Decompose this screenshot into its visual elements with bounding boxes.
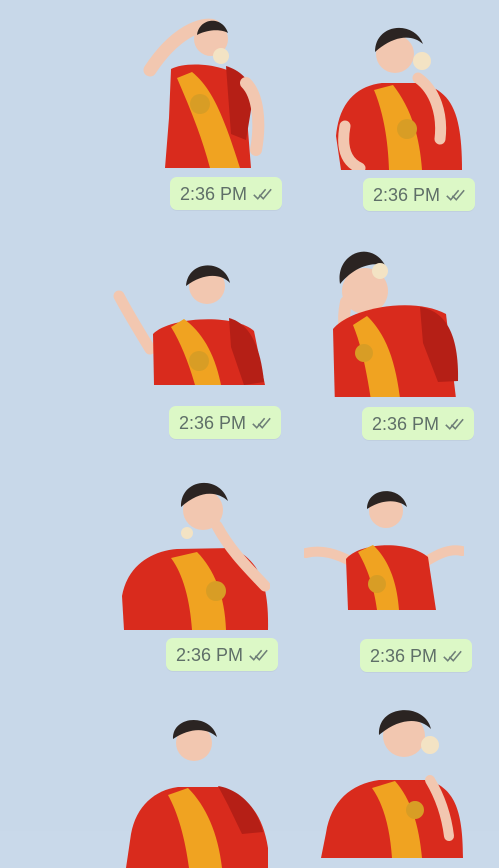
woman-closed-eyes-image: [126, 719, 268, 868]
double-check-icon: [443, 650, 462, 662]
chat-background: 2:36 PM 2:36 PM 2:36 PM 2:36 PM 2:36 PM …: [0, 0, 499, 868]
double-check-icon: [446, 189, 465, 201]
message-timestamp-bubble: 2:36 PM: [360, 639, 472, 672]
woman-shocked-hand-on-mouth-image: [122, 482, 270, 630]
double-check-icon: [253, 188, 272, 200]
message-timestamp-bubble: 2:36 PM: [362, 407, 474, 440]
message-timestamp-bubble: 2:36 PM: [363, 178, 475, 211]
sticker-woman-side-look[interactable]: [304, 698, 464, 858]
double-check-icon: [249, 649, 268, 661]
message-time: 2:36 PM: [373, 184, 441, 205]
sticker-woman-covering-face[interactable]: [309, 237, 469, 397]
message-time: 2:36 PM: [176, 644, 244, 665]
message-timestamp-bubble: 2:36 PM: [170, 177, 282, 210]
double-check-icon: [252, 417, 271, 429]
sticker-woman-thinking[interactable]: [311, 10, 471, 170]
woman-hand-on-forehead-image: [143, 18, 265, 168]
sticker-woman-laughing-gesture[interactable]: [111, 255, 271, 415]
woman-side-look-image: [321, 710, 463, 858]
sticker-woman-closed-eyes[interactable]: [111, 708, 271, 868]
sticker-woman-shocked[interactable]: [110, 470, 270, 630]
message-time: 2:36 PM: [179, 412, 247, 433]
woman-shrugging-image: [304, 491, 464, 610]
woman-laughing-gesture-image: [113, 265, 265, 385]
message-timestamp-bubble: 2:36 PM: [166, 638, 278, 671]
message-timestamp-bubble: 2:36 PM: [169, 406, 281, 439]
message-time: 2:36 PM: [370, 645, 438, 666]
woman-thinking-hand-on-neck-image: [336, 27, 462, 170]
message-time: 2:36 PM: [180, 183, 248, 204]
sticker-woman-shrugging[interactable]: [304, 484, 464, 644]
woman-covering-face-laughing-image: [333, 251, 459, 397]
sticker-woman-hand-on-forehead[interactable]: [130, 8, 290, 168]
message-time: 2:36 PM: [372, 413, 440, 434]
double-check-icon: [445, 418, 464, 430]
